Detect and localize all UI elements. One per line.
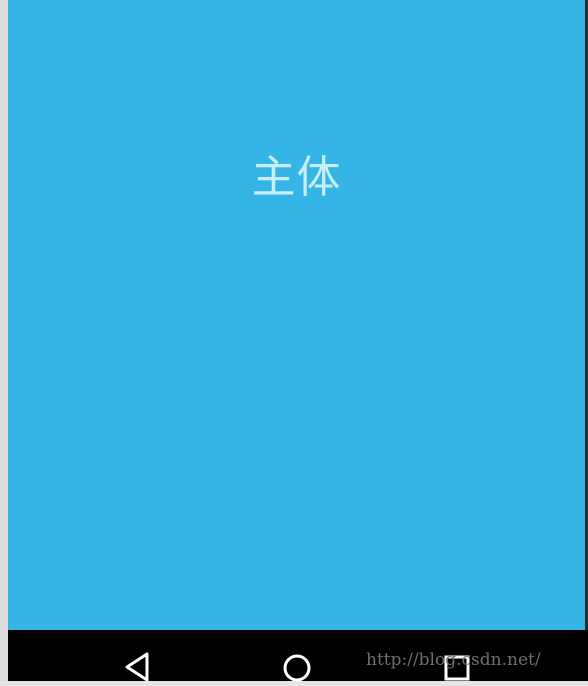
app-screen: 主体 — [8, 0, 585, 630]
left-edge — [0, 0, 8, 681]
home-circle-icon — [283, 654, 311, 682]
main-label: 主体 — [251, 152, 342, 203]
device-frame: 主体 http://blog.csdn.net/ — [0, 0, 588, 682]
back-triangle-icon — [125, 652, 149, 682]
back-button[interactable] — [117, 646, 157, 686]
home-button[interactable] — [277, 646, 317, 686]
watermark-text: http://blog.csdn.net/ — [366, 650, 541, 670]
